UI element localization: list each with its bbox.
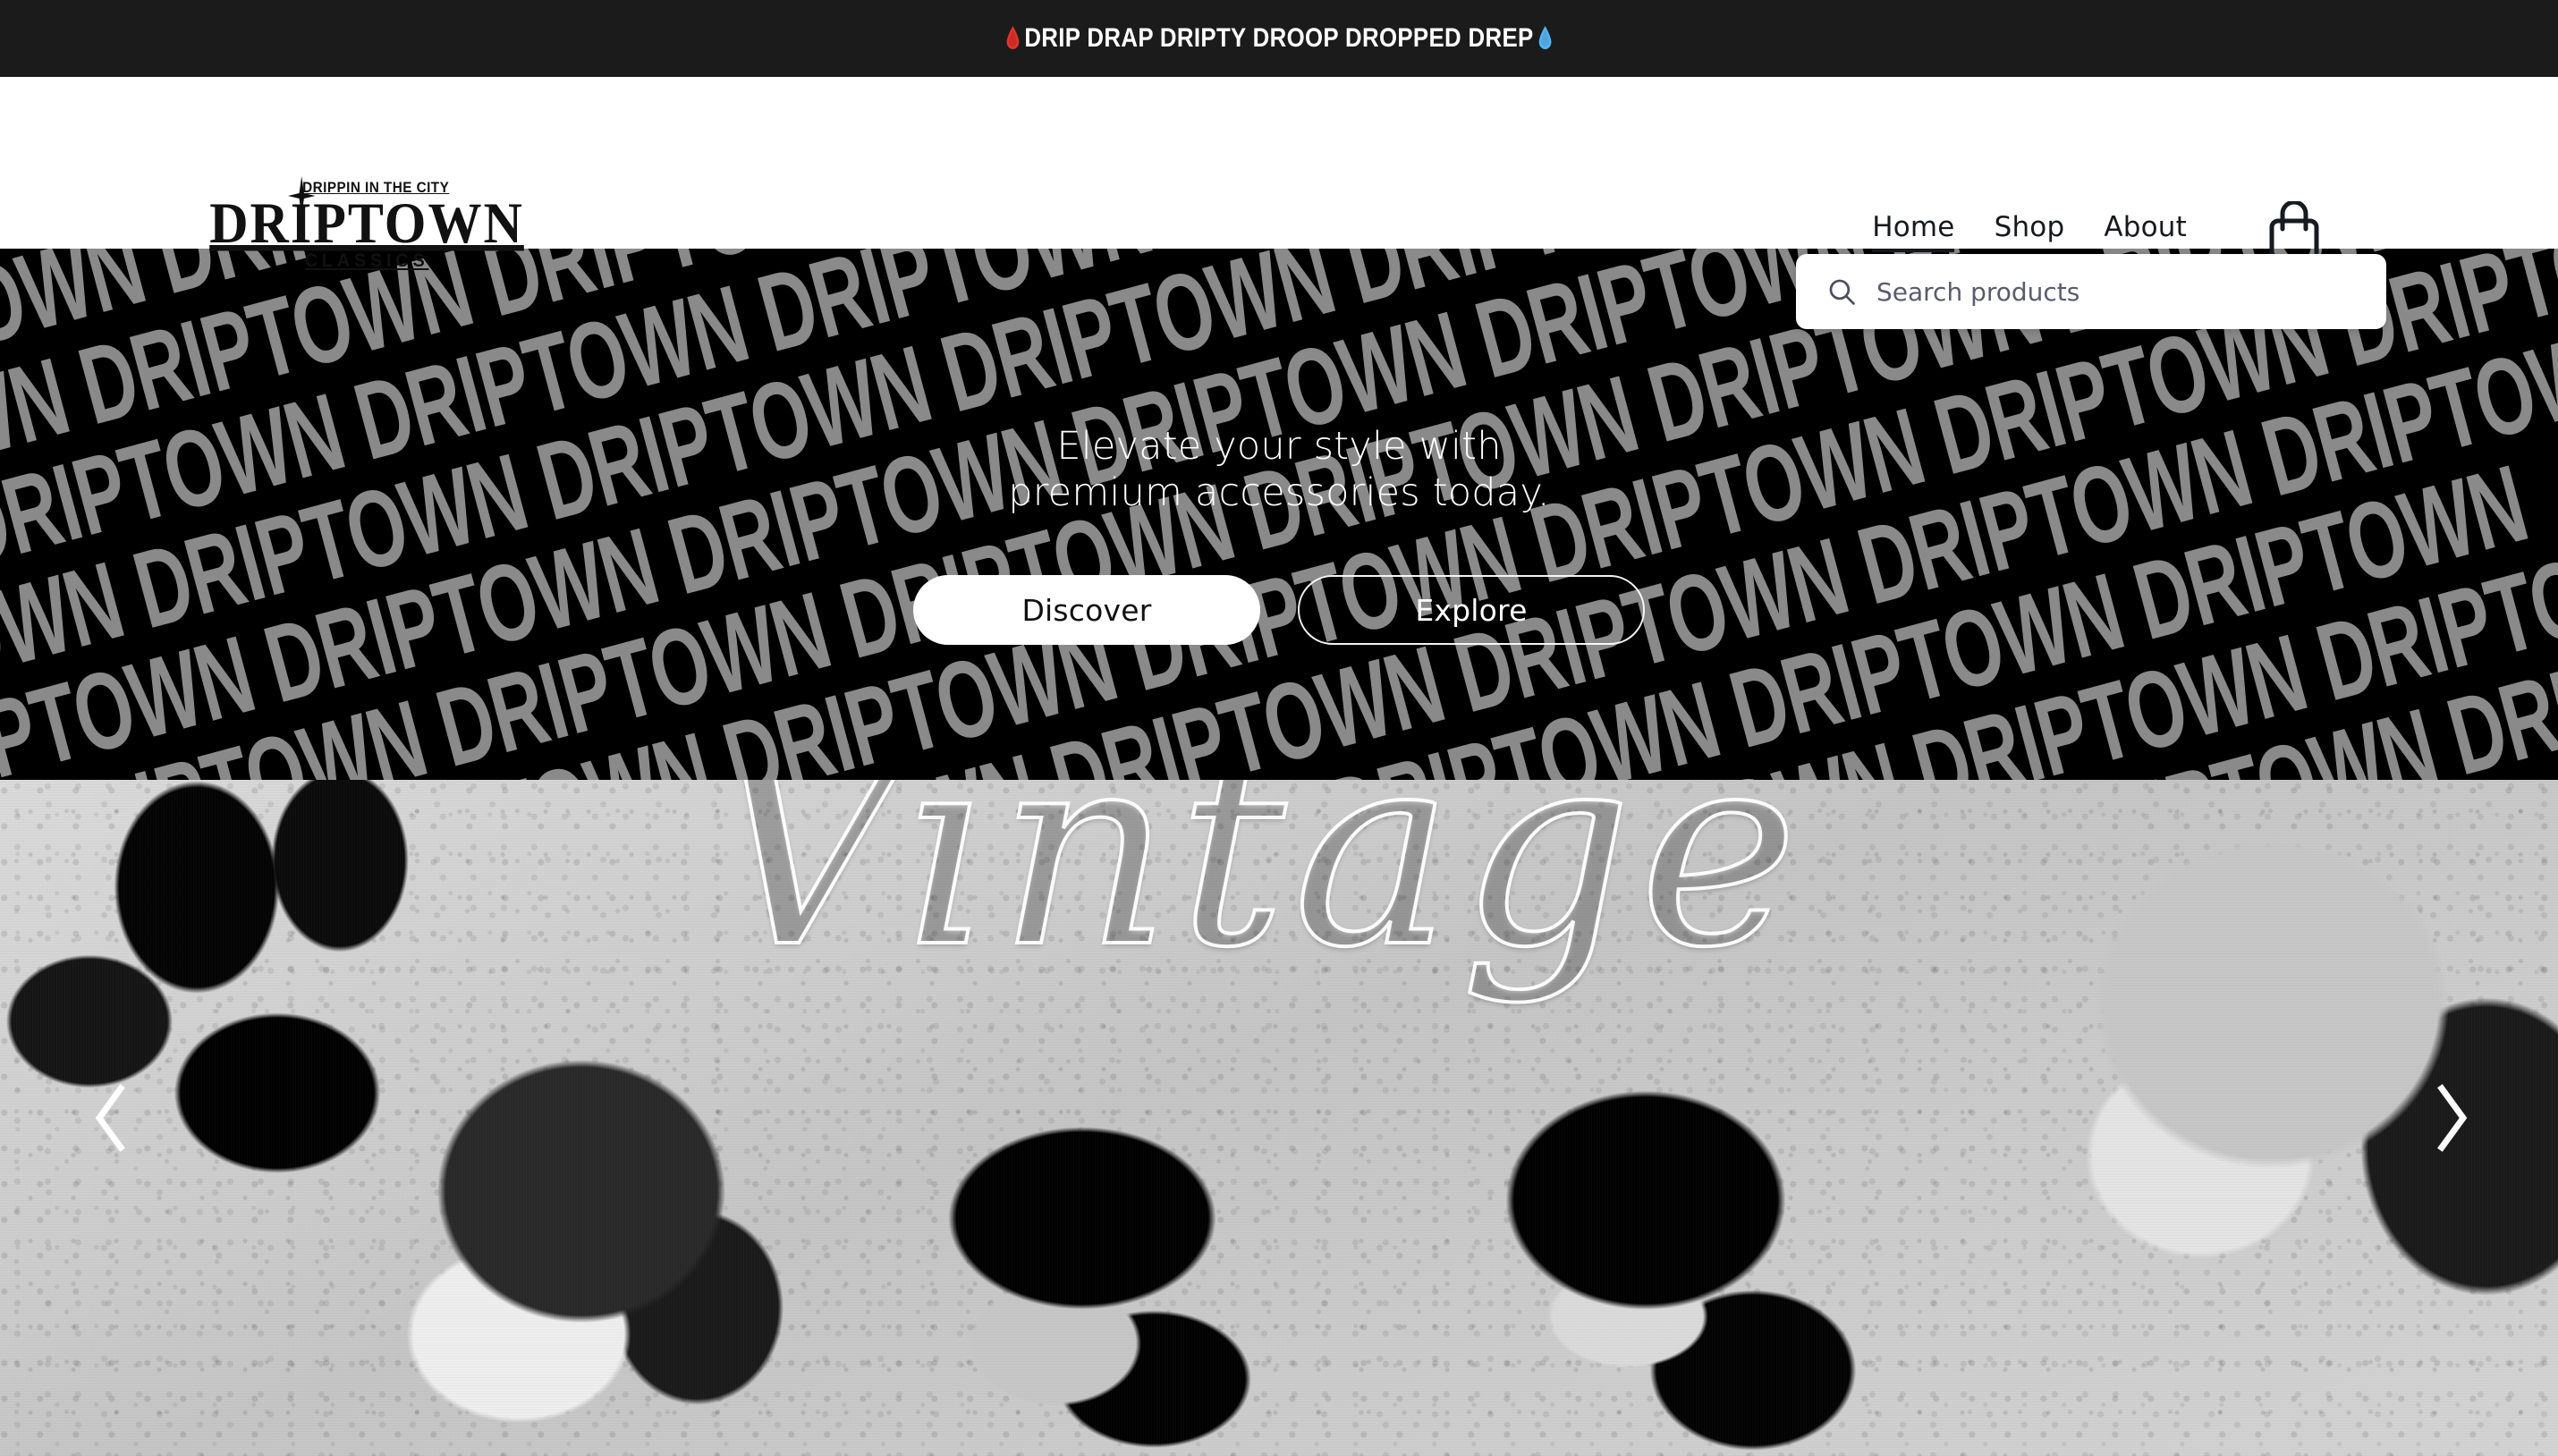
search-input[interactable] xyxy=(1876,276,2359,307)
announcement-bar: DRIP DRAP DRIPTY DROOP DROPPED DREP xyxy=(0,0,2558,77)
chevron-right-icon xyxy=(2437,1084,2468,1152)
nav-item-home[interactable]: Home xyxy=(1872,211,1954,252)
hero-tagline: Elevate your style with premium accessor… xyxy=(1008,423,1550,515)
search-bar[interactable] xyxy=(1796,254,2386,329)
hero-cta-group: Discover Explore xyxy=(913,575,1645,646)
hero-carousel: Vintage xyxy=(0,780,2558,1456)
logo-wordmark: DRIPTOWN xyxy=(209,190,524,255)
announcement-text-wrap: DRIP DRAP DRIPTY DROOP DROPPED DREP xyxy=(1004,23,1554,54)
carousel-film-grain xyxy=(0,780,2558,1456)
logo-subtitle: CLASSICS xyxy=(304,250,429,272)
nav-item-shop[interactable]: Shop xyxy=(1995,211,2065,252)
carousel-next-button[interactable] xyxy=(2410,1078,2491,1158)
site-logo[interactable]: DRIPPIN IN THE CITY DRIPTOWN CLASSICS xyxy=(209,176,522,272)
discover-button[interactable]: Discover xyxy=(913,575,1260,646)
carousel-slide: Vintage xyxy=(0,780,2558,1456)
primary-nav: Home Shop About xyxy=(1872,211,2187,252)
droplet-blue-icon xyxy=(1537,25,1554,52)
site-header: DRIPPIN IN THE CITY DRIPTOWN CLASSICS Ho… xyxy=(0,77,2558,271)
chevron-left-icon xyxy=(95,1084,125,1152)
droplet-red-icon xyxy=(1004,25,1021,52)
search-icon xyxy=(1829,279,1855,305)
nav-item-about[interactable]: About xyxy=(2104,211,2187,252)
carousel-prev-button[interactable] xyxy=(72,1078,152,1158)
announcement-text: DRIP DRAP DRIPTY DROOP DROPPED DREP xyxy=(1024,23,1534,53)
explore-button[interactable]: Explore xyxy=(1298,575,1645,646)
